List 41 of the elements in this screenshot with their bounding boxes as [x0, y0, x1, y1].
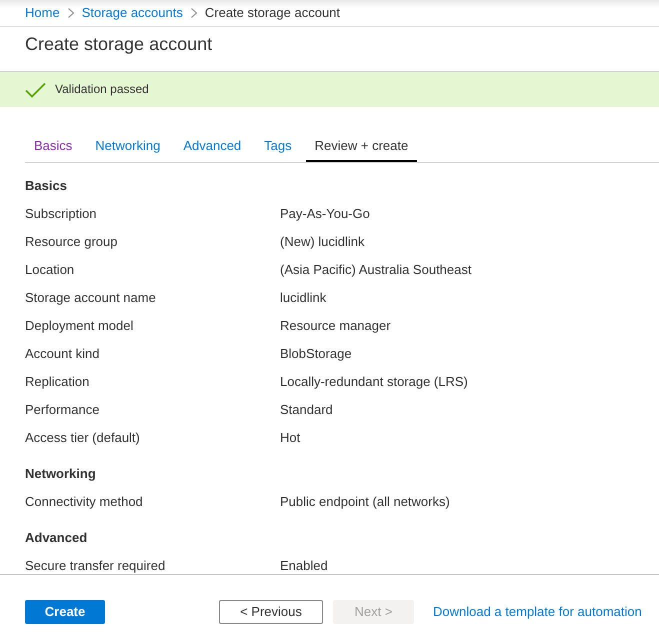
field-value: (Asia Pacific) Australia Southeast [280, 262, 472, 276]
section-heading: Networking [25, 466, 96, 480]
field-value: lucidlink [280, 290, 326, 304]
tab[interactable]: Networking [86, 132, 170, 162]
checkmark-icon [25, 82, 46, 98]
breadcrumb-link[interactable]: Home [25, 5, 60, 21]
page-title: Create storage account [25, 33, 212, 55]
field-value: Public endpoint (all networks) [280, 494, 450, 508]
previous-button[interactable]: < Previous [219, 600, 323, 624]
field-label: Account kind [25, 346, 100, 360]
chevron-right-icon [68, 8, 74, 18]
field-label: Secure transfer required [25, 558, 166, 572]
field-label: Storage account name [25, 290, 157, 304]
field-label: Replication [25, 374, 90, 388]
banner-message: Validation passed [55, 82, 149, 97]
breadcrumb-link[interactable]: Storage accounts [82, 5, 183, 21]
field-value: Pay-As-You-Go [280, 206, 370, 220]
field-value: Standard [280, 402, 333, 416]
field-label: Access tier (default) [25, 430, 141, 444]
section-heading: Basics [25, 178, 67, 192]
field-value: Hot [280, 430, 300, 444]
field-label: Performance [25, 402, 100, 416]
field-value: Enabled [280, 558, 328, 572]
tab[interactable]: Review + create [306, 132, 418, 162]
create-button[interactable]: Create [25, 600, 105, 624]
tab[interactable]: Basics [25, 132, 82, 162]
field-value: BlobStorage [280, 346, 352, 360]
breadcrumb-current-page: Create storage account [204, 5, 340, 21]
tab[interactable]: Tags [255, 132, 301, 162]
field-value: Resource manager [280, 318, 391, 332]
section-heading: Advanced [25, 530, 88, 544]
field-label: Resource group [25, 234, 118, 248]
field-label: Location [25, 262, 76, 276]
field-label: Subscription [25, 206, 98, 220]
tab[interactable]: Advanced [174, 132, 250, 162]
template-download-link[interactable]: Download a template for automation [433, 600, 642, 624]
field-value: (New) lucidlink [280, 234, 365, 248]
field-value: Locally-redundant storage (LRS) [280, 374, 468, 388]
field-label: Connectivity method [25, 494, 144, 508]
field-label: Deployment model [25, 318, 134, 332]
chevron-right-icon [190, 8, 197, 18]
